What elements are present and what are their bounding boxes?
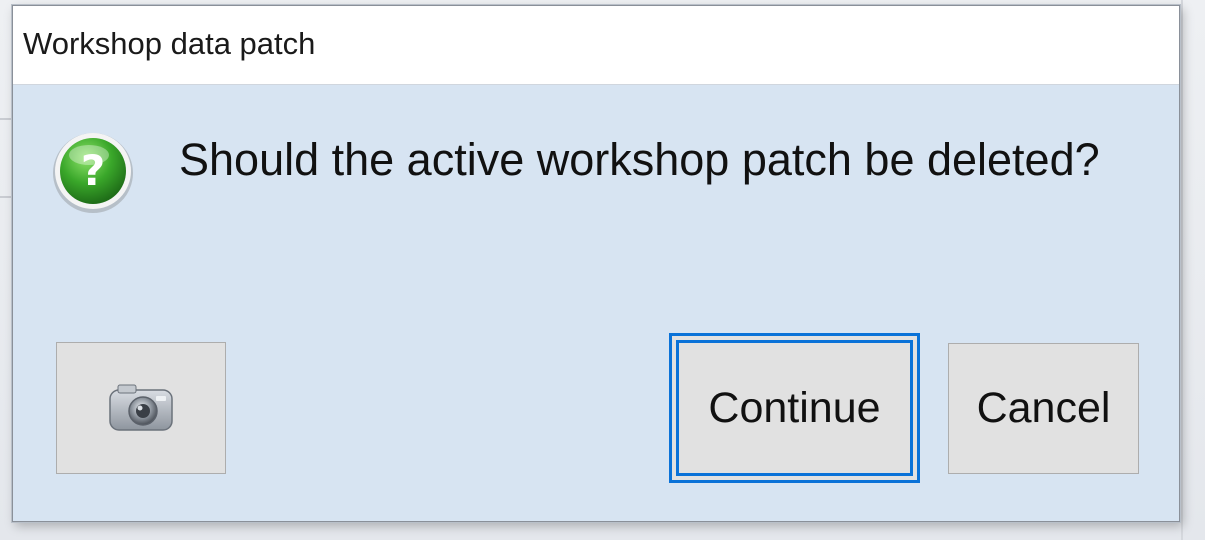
cancel-button[interactable]: Cancel bbox=[948, 343, 1139, 474]
background-divider bbox=[0, 118, 12, 120]
camera-icon bbox=[109, 384, 173, 431]
dialog-message: Should the active workshop patch be dele… bbox=[179, 134, 1100, 185]
continue-button[interactable]: Continue bbox=[669, 333, 920, 483]
dialog-title: Workshop data patch bbox=[23, 26, 316, 61]
background-divider bbox=[1181, 0, 1183, 540]
confirm-dialog: Workshop data patch ? Should the active … bbox=[12, 5, 1180, 522]
dialog-titlebar[interactable]: Workshop data patch bbox=[13, 6, 1179, 85]
screenshot-button[interactable] bbox=[56, 342, 226, 474]
background-divider bbox=[0, 196, 12, 198]
question-icon: ? bbox=[53, 133, 133, 213]
svg-text:?: ? bbox=[81, 146, 105, 195]
